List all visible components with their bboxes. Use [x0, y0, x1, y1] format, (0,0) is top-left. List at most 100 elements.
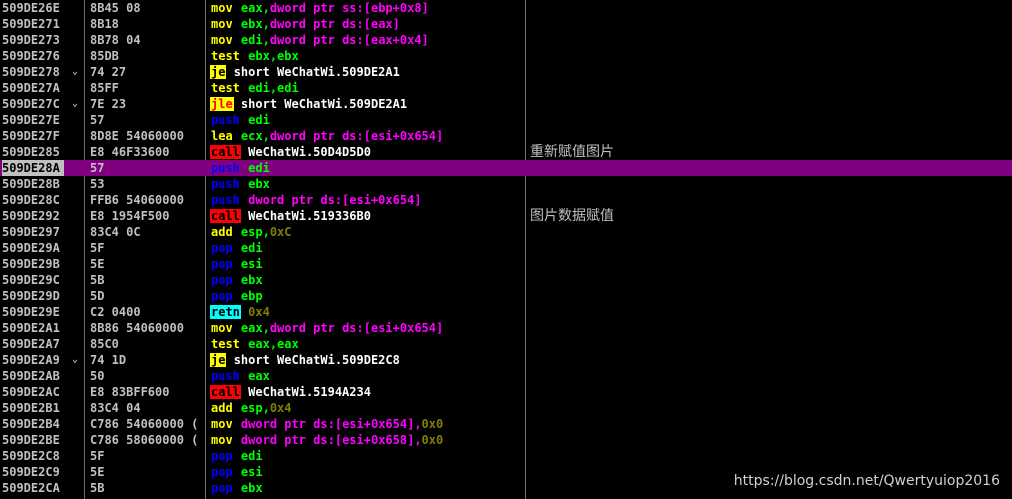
instruction-row[interactable]: 509DE26E 8B45 08 mov eax,dword ptr ss:[ebp…	[0, 0, 1012, 16]
address-cell: 509DE27C	[2, 97, 60, 111]
disassembly-cell: lea ecx,dword ptr ds:[esi+0x654]	[210, 128, 443, 144]
disassembly-cell: pop ebx	[210, 480, 263, 496]
instruction-row[interactable]: 509DE29E C2 0400 retn 0x4	[0, 304, 1012, 320]
instruction-row[interactable]: 509DE2BE C786 58060000 (mov dword ptr ds:…	[0, 432, 1012, 448]
operand: edi	[240, 449, 263, 463]
instruction-row[interactable]: 509DE2A1 8B86 54060000 mov eax,dword ptr d…	[0, 320, 1012, 336]
operand: WeChatWi.5194A234	[248, 385, 371, 399]
operand: WeChatWi.519336B0	[248, 209, 371, 223]
operand: esi	[240, 465, 263, 479]
hex-bytes-cell: C786 54060000 (	[90, 417, 199, 431]
hex-bytes-cell: E8 1954F500	[90, 209, 170, 223]
instruction-row[interactable]: 509DE28B 53 push ebx	[0, 176, 1012, 192]
disassembly-cell: add esp,0xC	[210, 224, 292, 240]
instruction-row[interactable]: 509DE29C 5B pop ebx	[0, 272, 1012, 288]
operand: edi,edi	[248, 81, 299, 95]
address-cell: 509DE2B4	[2, 417, 60, 431]
operand: eax,	[240, 321, 270, 335]
address-cell: 509DE271	[2, 17, 60, 31]
instruction-row[interactable]: 509DE28A 57 push edi	[0, 160, 1012, 176]
instruction-row[interactable]: 509DE29D 5D pop ebp	[0, 288, 1012, 304]
comment-cell: 重新赋值图片	[530, 144, 614, 160]
instruction-row[interactable]: 509DE271 8B18 mov ebx,dword ptr ds:[eax]	[0, 16, 1012, 32]
mnemonic: pop	[211, 481, 233, 495]
mnemonic: pop	[211, 289, 233, 303]
disassembly-cell: call WeChatWi.519336B0	[210, 208, 371, 224]
hex-bytes-cell: 8B45 08	[90, 1, 141, 15]
address-cell: 509DE29A	[2, 241, 60, 255]
instruction-row[interactable]: 509DE2A9 ⌄ 74 1D je short WeChatWi.509DE2C8	[0, 352, 1012, 368]
address-cell: 509DE26E	[2, 1, 60, 15]
operand: ebx,	[240, 17, 270, 31]
instruction-row[interactable]: 509DE29B 5E pop esi	[0, 256, 1012, 272]
jump-arrow-icon: ⌄	[72, 66, 79, 77]
operand: dword ptr ds:[eax+0x4]	[269, 33, 429, 47]
instruction-row[interactable]: 509DE278 ⌄ 74 27 je short WeChatWi.509DE2A1	[0, 64, 1012, 80]
instruction-row[interactable]: 509DE2C8 5F pop edi	[0, 448, 1012, 464]
mnemonic: retn	[210, 305, 241, 319]
disassembly-pane[interactable]: 509DE26E 8B45 08 mov eax,dword ptr ss:[ebp…	[0, 0, 1012, 499]
instruction-row[interactable]: 509DE285 E8 46F33600 call WeChatWi.50D4D5D…	[0, 144, 1012, 160]
operand: short WeChatWi.509DE2A1	[240, 97, 408, 111]
operand: esi	[240, 257, 263, 271]
operand: 0x0	[421, 417, 444, 431]
instruction-row[interactable]: 509DE29A 5F pop edi	[0, 240, 1012, 256]
mnemonic: pop	[211, 449, 233, 463]
mnemonic: je	[210, 65, 227, 79]
instruction-row[interactable]: 509DE2AC E8 83BFF600 call WeChatWi.5194A23…	[0, 384, 1012, 400]
disassembly-cell: retn 0x4	[210, 304, 270, 320]
hex-bytes-cell: 74 1D	[90, 353, 127, 367]
instruction-row[interactable]: 509DE27E 57 push edi	[0, 112, 1012, 128]
disassembly-cell: mov ebx,dword ptr ds:[eax]	[210, 16, 400, 32]
disassembly-cell: mov eax,dword ptr ss:[ebp+0x8]	[210, 0, 429, 16]
address-cell: 509DE2CA	[2, 481, 60, 495]
hex-bytes-cell: E8 83BFF600	[90, 385, 170, 399]
instruction-row[interactable]: 509DE2B4 C786 54060000 ( mov dword ptr ds:…	[0, 416, 1012, 432]
operand: ebx,ebx	[248, 49, 299, 63]
disassembly-cell: call WeChatWi.5194A234	[210, 384, 371, 400]
mnemonic: call	[210, 145, 241, 159]
disassembly-cell: pop esi	[210, 464, 263, 480]
operand: 0x0	[421, 433, 444, 447]
instruction-row[interactable]: 509DE2AB 50 push eax	[0, 368, 1012, 384]
instruction-row[interactable]: 509DE2B1 83C4 04 add esp,0x4	[0, 400, 1012, 416]
address-cell: 509DE27E	[2, 113, 60, 127]
instruction-row[interactable]: 509DE27A 85FF test edi,edi	[0, 80, 1012, 96]
mnemonic: push	[211, 369, 240, 383]
mnemonic: push	[211, 193, 240, 207]
watermark: https://blog.csdn.net/Qwertyuiop2016	[733, 473, 1000, 489]
operand: 0x4	[248, 305, 270, 319]
instruction-row[interactable]: 509DE276 85DB test ebx,ebx	[0, 48, 1012, 64]
address-cell: 509DE2AC	[2, 385, 60, 399]
address-cell: 509DE2A7	[2, 337, 60, 351]
address-cell: 509DE2A1	[2, 321, 60, 335]
address-cell: 509DE278	[2, 65, 60, 79]
hex-bytes-cell: 85DB	[90, 49, 119, 63]
operand: esp,	[240, 225, 270, 239]
instruction-row[interactable]: 509DE2A7 85C0 test eax,eax	[0, 336, 1012, 352]
hex-bytes-cell: 8B86 54060000	[90, 321, 184, 335]
disassembly-cell: mov eax,dword ptr ds:[esi+0x654]	[210, 320, 443, 336]
instruction-row[interactable]: 509DE27F 8D8E 54060000 lea ecx,dword ptr d…	[0, 128, 1012, 144]
mnemonic: pop	[211, 257, 233, 271]
instruction-row[interactable]: 509DE292 E8 1954F500 call WeChatWi.519336B…	[0, 208, 1012, 224]
mnemonic: test	[211, 49, 240, 63]
mnemonic: je	[210, 353, 227, 367]
hex-bytes-cell: 50	[90, 369, 105, 383]
instruction-row[interactable]: 509DE28C FFB6 54060000 push dword ptr ds:[…	[0, 192, 1012, 208]
operand: edi	[248, 161, 270, 175]
hex-bytes-cell: 5B	[90, 273, 105, 287]
instruction-row[interactable]: 509DE297 83C4 0C add esp,0xC	[0, 224, 1012, 240]
hex-bytes-cell: E8 46F33600	[90, 145, 170, 159]
instruction-row[interactable]: 509DE27C ⌄ 7E 23 jle short WeChatWi.509DE2A…	[0, 96, 1012, 112]
hex-bytes-cell: 5E	[90, 257, 105, 271]
disassembly-cell: pop ebp	[210, 288, 263, 304]
instruction-row[interactable]: 509DE273 8B78 04 mov edi,dword ptr ds:[eax…	[0, 32, 1012, 48]
address-cell: 509DE2B1	[2, 401, 60, 415]
operand: ebx	[240, 273, 263, 287]
address-cell: 509DE29C	[2, 273, 60, 287]
jump-arrow-icon: ⌄	[72, 98, 79, 109]
disassembly-cell: pop edi	[210, 448, 263, 464]
disassembly-cell: mov dword ptr ds:[esi+0x654],0x0	[210, 416, 443, 432]
hex-bytes-cell: 83C4 0C	[90, 225, 141, 239]
